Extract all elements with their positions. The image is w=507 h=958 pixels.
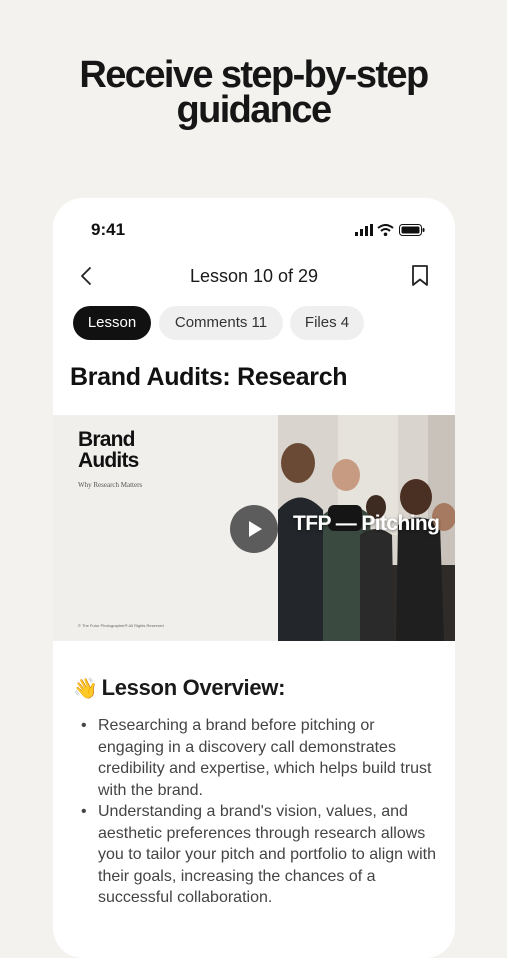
signal-icon	[355, 224, 373, 236]
bookmark-button[interactable]	[409, 264, 431, 288]
status-time: 9:41	[91, 220, 126, 239]
video-player[interactable]: Brand Audits Why Research Matters © The …	[53, 415, 455, 641]
headline-line-1: Receive step-by-step	[79, 54, 429, 96]
bullet-icon: •	[81, 717, 87, 734]
wifi-icon	[377, 224, 394, 236]
waving-hand-icon: 👋	[73, 678, 98, 700]
overview-bullets: • Researching a brand before pitching or …	[81, 715, 441, 909]
overview-heading-text: Lesson Overview:	[101, 675, 286, 700]
slide-title-line-1: Brand	[78, 428, 135, 451]
phone-screen: 9:41 Lesson 10 of 29 Lesson Comments 11 …	[53, 198, 455, 958]
bullet-text: Researching a brand before pitching or e…	[98, 717, 432, 799]
slide-title-line-2: Audits	[78, 449, 139, 472]
marketing-headline: Receive step-by-step guidance	[0, 54, 507, 131]
slide-footer: © The Futur Photographer® All Rights Res…	[78, 623, 164, 628]
overview-heading: 👋 Lesson Overview:	[73, 675, 285, 701]
list-item: • Researching a brand before pitching or …	[81, 715, 441, 801]
slide-subtitle: Why Research Matters	[78, 481, 143, 489]
lesson-title: Brand Audits: Research	[70, 363, 348, 391]
bookmark-icon	[412, 265, 428, 286]
bullet-text: Understanding a brand's vision, values, …	[98, 803, 436, 906]
tab-files[interactable]: Files 4	[290, 306, 364, 340]
headline-line-2: guidance	[176, 89, 332, 131]
slide-title: Brand Audits	[78, 429, 139, 471]
bullet-icon: •	[81, 803, 87, 820]
lesson-progress-title: Lesson 10 of 29	[189, 266, 319, 286]
video-overlay-title: TFP — Pitching	[293, 512, 440, 535]
play-icon	[249, 521, 262, 537]
tab-lesson[interactable]: Lesson	[73, 306, 151, 340]
battery-icon	[399, 224, 425, 236]
tab-comments[interactable]: Comments 11	[159, 306, 283, 340]
list-item: • Understanding a brand's vision, values,…	[81, 801, 441, 909]
play-button[interactable]	[230, 505, 278, 553]
